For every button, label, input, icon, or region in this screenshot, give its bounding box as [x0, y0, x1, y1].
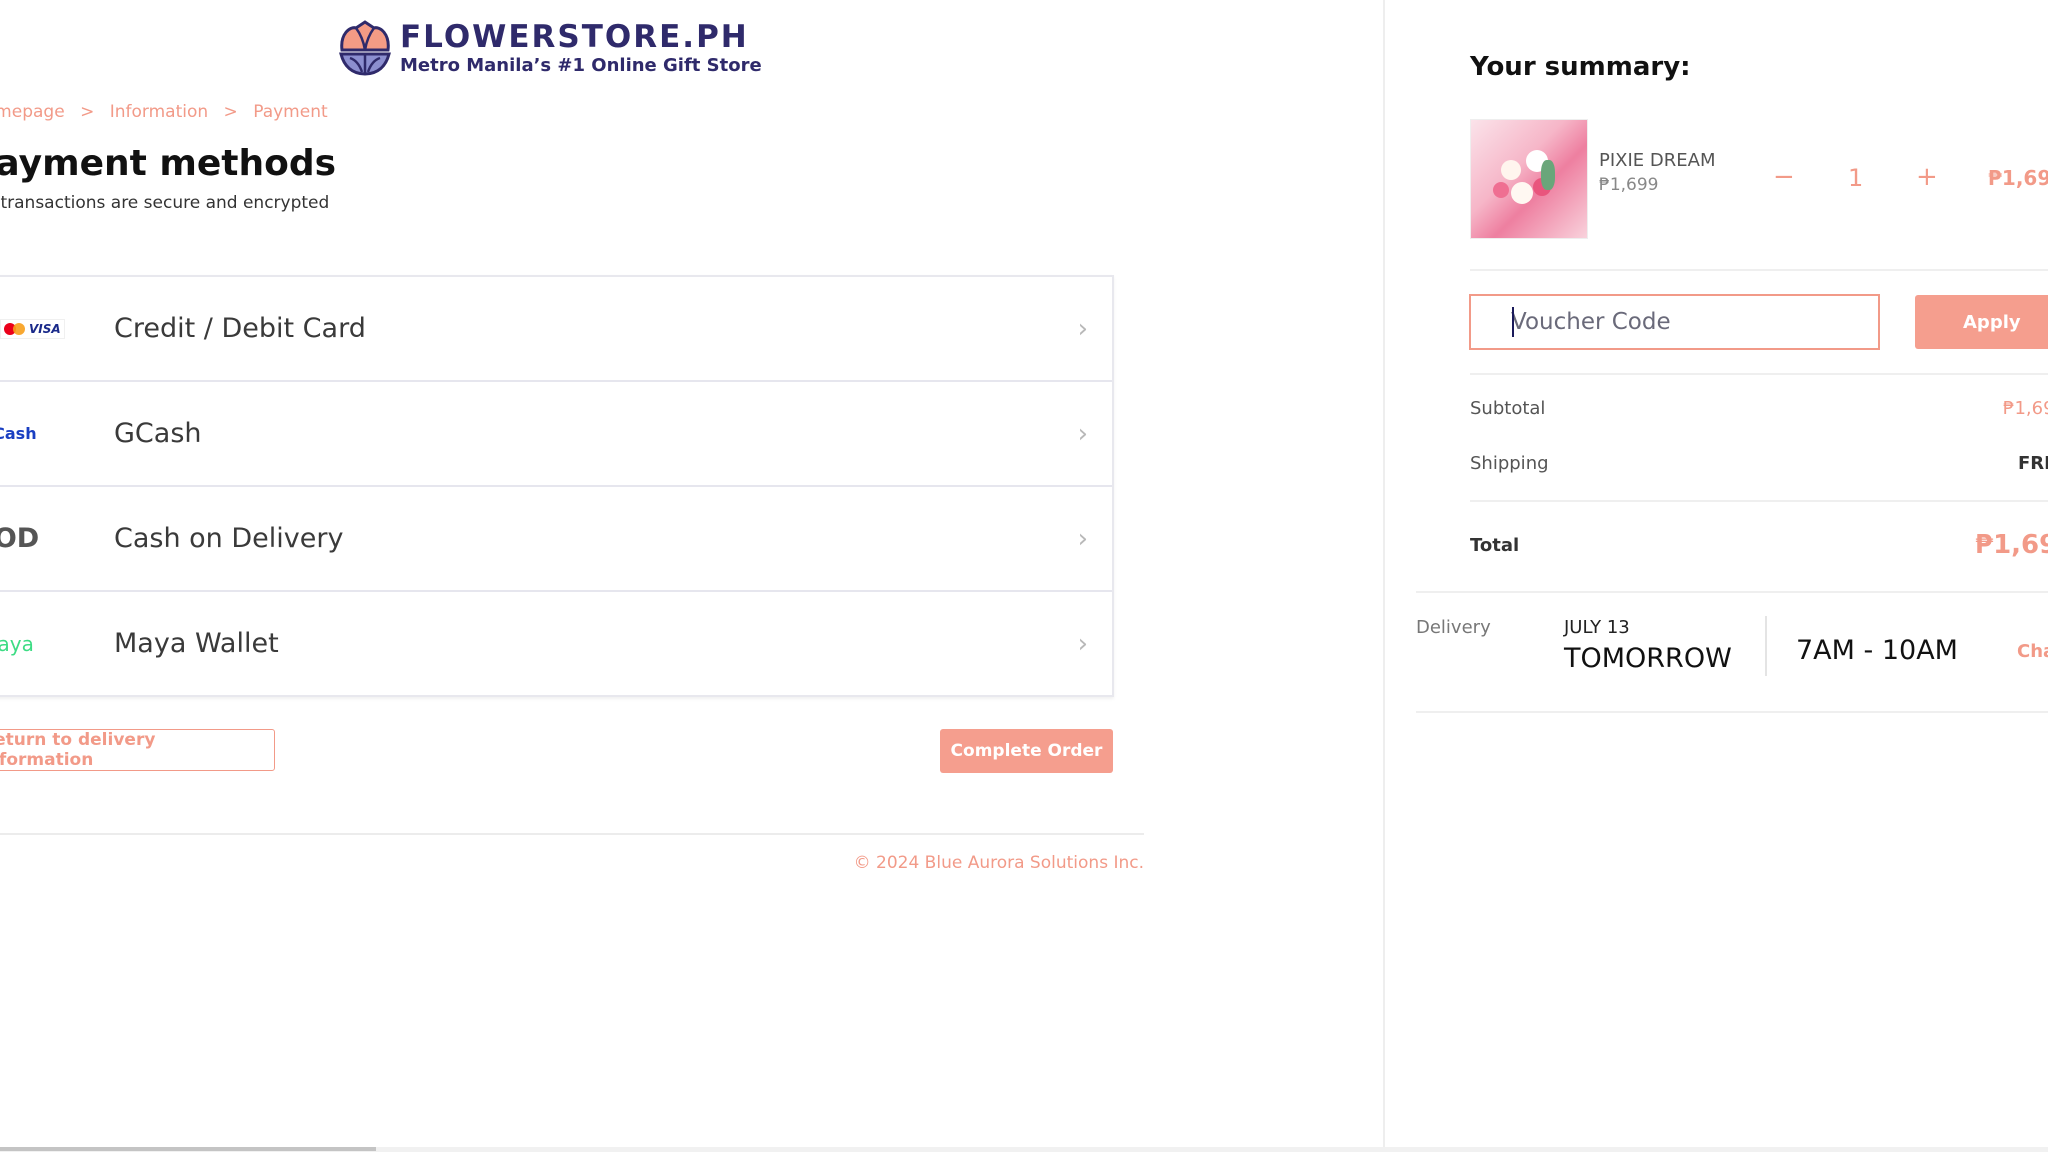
product-name: PIXIE DREAM [1599, 150, 1716, 171]
brand-tagline: Metro Manila’s #1 Online Gift Store [400, 54, 762, 76]
copyright-text: © 2024 Blue Aurora Solutions Inc. [853, 853, 1144, 873]
panel-divider [1383, 0, 1385, 1152]
summary-divider [1470, 500, 2048, 502]
complete-order-button[interactable]: Complete Order [940, 729, 1113, 773]
breadcrumb-separator: > [223, 102, 238, 122]
summary-title: Your summary: [1470, 52, 1691, 82]
payment-option-gcash[interactable]: GCash GCash › [0, 382, 1112, 487]
payment-option-label: Cash on Delivery [114, 523, 344, 554]
visa-mastercard-icon: VISA [0, 318, 65, 339]
delivery-date: JULY 13 [1564, 617, 1630, 638]
breadcrumb-homepage[interactable]: Homepage [0, 102, 65, 122]
delivery-time-slot: 7AM - 10AM [1796, 635, 1958, 666]
payment-methods-list: VISA Credit / Debit Card › GCash GCash ›… [0, 275, 1114, 697]
maya-icon: maya [0, 631, 34, 656]
chevron-right-icon: › [1077, 628, 1088, 659]
change-delivery-link[interactable]: Change [2017, 641, 2048, 662]
page-subtitle: All transactions are secure and encrypte… [0, 193, 330, 213]
page-title: Payment methods [0, 143, 337, 184]
payment-option-maya[interactable]: maya Maya Wallet › [0, 592, 1112, 695]
subtotal-value: ₱1,699 [2003, 398, 2048, 419]
summary-divider [1416, 591, 2048, 593]
payment-option-label: Maya Wallet [114, 628, 279, 659]
subtotal-label: Subtotal [1470, 398, 1546, 419]
tulip-logo-icon [339, 20, 391, 76]
cod-icon: COD [0, 523, 40, 554]
payment-option-label: GCash [114, 418, 202, 449]
delivery-label: Delivery [1416, 617, 1491, 638]
product-image [1470, 119, 1588, 239]
quantity-value: 1 [1848, 164, 1864, 192]
return-to-delivery-button[interactable]: Return to delivery information [0, 729, 275, 771]
chevron-right-icon: › [1077, 523, 1088, 554]
breadcrumb-payment: Payment [253, 102, 328, 122]
footer-divider [0, 833, 1144, 835]
payment-option-label: Credit / Debit Card [114, 313, 366, 344]
delivery-separator [1765, 616, 1767, 676]
text-cursor [1512, 307, 1514, 337]
payment-option-cod[interactable]: COD Cash on Delivery › [0, 487, 1112, 592]
line-total: ₱1,699 [1988, 166, 2048, 190]
breadcrumb-separator: > [80, 102, 95, 122]
total-label: Total [1470, 535, 1520, 556]
breadcrumb-information[interactable]: Information [110, 102, 208, 122]
apply-voucher-button[interactable]: Apply [1915, 295, 2048, 349]
chevron-right-icon: › [1077, 418, 1088, 449]
shipping-value: FREE [2018, 453, 2048, 474]
payment-option-card[interactable]: VISA Credit / Debit Card › [0, 277, 1112, 382]
horizontal-scrollbar-thumb[interactable] [0, 1147, 376, 1151]
shipping-label: Shipping [1470, 453, 1549, 474]
summary-divider [1470, 269, 2048, 271]
voucher-code-input[interactable] [1469, 294, 1880, 350]
summary-divider [1470, 373, 2048, 375]
total-value: ₱1,699 [1975, 530, 2048, 560]
chevron-right-icon: › [1077, 313, 1088, 344]
brand-name: FLOWERSTORE.PH [400, 18, 749, 55]
quantity-decrease-button[interactable]: − [1773, 162, 1795, 192]
brand-logo[interactable]: FLOWERSTORE.PH Metro Manila’s #1 Online … [338, 18, 762, 78]
product-unit-price: ₱1,699 [1599, 175, 1659, 195]
breadcrumb: Homepage > Information > Payment [0, 102, 338, 122]
delivery-divider [1416, 711, 2048, 713]
quantity-increase-button[interactable]: + [1916, 162, 1938, 192]
gcash-icon: GCash [0, 424, 37, 443]
delivery-day: TOMORROW [1564, 643, 1732, 674]
